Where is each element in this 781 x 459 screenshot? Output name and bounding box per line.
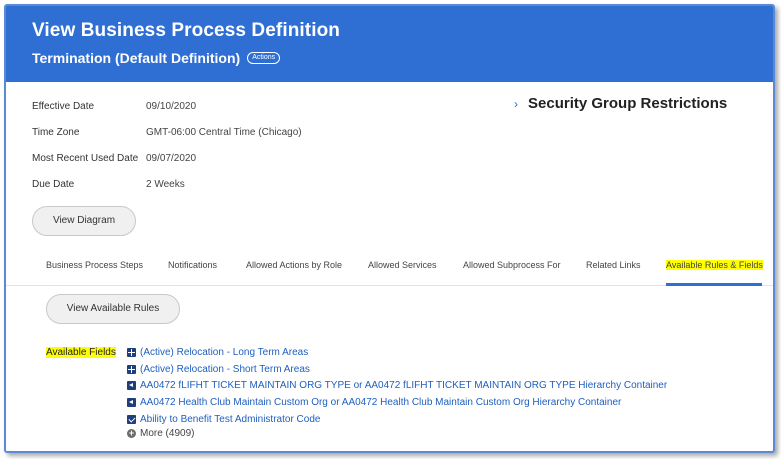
page-subtitle: Termination (Default Definition) Actions bbox=[32, 50, 281, 66]
view-available-rules-button[interactable]: View Available Rules bbox=[46, 294, 180, 324]
field-link[interactable]: Ability to Benefit Test Administrator Co… bbox=[140, 414, 320, 425]
available-fields-label: Available Fields bbox=[46, 347, 116, 358]
tab-label: Allowed Actions by Role bbox=[246, 260, 343, 270]
page-title: View Business Process Definition bbox=[32, 20, 341, 41]
tab-label: Allowed Services bbox=[368, 260, 437, 270]
detail-value: 2 Weeks bbox=[146, 179, 185, 190]
tab-label: Allowed Subprocess For bbox=[463, 260, 561, 270]
page-header: View Business Process Definition Termina… bbox=[6, 6, 773, 82]
detail-label: Time Zone bbox=[32, 127, 80, 138]
field-link[interactable]: (Active) Relocation - Short Term Areas bbox=[140, 364, 310, 375]
chevron-right-icon[interactable]: › bbox=[514, 97, 518, 111]
page-frame: View Business Process Definition Termina… bbox=[4, 4, 775, 453]
arrow-left-icon bbox=[127, 398, 136, 407]
tab-label: Notifications bbox=[168, 260, 218, 270]
security-group-restrictions[interactable]: › Security Group Restrictions bbox=[514, 95, 727, 112]
active-tab-indicator bbox=[666, 283, 762, 286]
detail-value: GMT-06:00 Central Time (Chicago) bbox=[146, 127, 302, 138]
arrow-left-icon bbox=[127, 381, 136, 390]
list-item[interactable]: AA0472 fLIFHT TICKET MAINTAIN ORG TYPE o… bbox=[127, 380, 667, 391]
tab-notifications[interactable]: Notifications bbox=[168, 260, 217, 270]
detail-value: 09/07/2020 bbox=[146, 153, 197, 164]
list-item[interactable]: AA0472 Health Club Maintain Custom Org o… bbox=[127, 397, 621, 408]
tab-label: Related Links bbox=[586, 260, 641, 270]
more-label: More (4909) bbox=[140, 428, 195, 439]
tab-allowed-subprocess-for[interactable]: Allowed Subprocess For bbox=[463, 260, 561, 270]
security-group-restrictions-title: Security Group Restrictions bbox=[528, 95, 728, 112]
list-item[interactable]: (Active) Relocation - Long Term Areas bbox=[127, 347, 308, 358]
field-link[interactable]: (Active) Relocation - Long Term Areas bbox=[140, 347, 308, 358]
tab-allowed-services[interactable]: Allowed Services bbox=[368, 260, 437, 270]
checkbox-icon bbox=[127, 415, 136, 424]
actions-button[interactable]: Actions bbox=[247, 52, 281, 64]
tab-bar: Business Process Steps Notifications All… bbox=[6, 252, 773, 286]
view-diagram-button[interactable]: View Diagram bbox=[32, 206, 136, 236]
more-fields-link[interactable]: + More (4909) bbox=[127, 428, 194, 439]
list-item[interactable]: Ability to Benefit Test Administrator Co… bbox=[127, 414, 320, 425]
tab-label: Business Process Steps bbox=[46, 260, 144, 270]
tab-business-process-steps[interactable]: Business Process Steps bbox=[46, 260, 143, 270]
field-link[interactable]: AA0472 Health Club Maintain Custom Org o… bbox=[140, 397, 621, 408]
list-item[interactable]: (Active) Relocation - Short Term Areas bbox=[127, 364, 310, 375]
detail-value: 09/10/2020 bbox=[146, 101, 197, 112]
tab-available-rules-fields[interactable]: Available Rules & Fields bbox=[666, 260, 763, 270]
detail-label: Most Recent Used Date bbox=[32, 153, 139, 164]
field-link[interactable]: AA0472 fLIFHT TICKET MAINTAIN ORG TYPE o… bbox=[140, 380, 667, 391]
grid-icon bbox=[127, 348, 136, 357]
detail-label: Due Date bbox=[32, 179, 75, 190]
tab-label: Available Rules & Fields bbox=[666, 260, 763, 270]
grid-icon bbox=[127, 365, 136, 374]
tab-related-links[interactable]: Related Links bbox=[586, 260, 641, 270]
detail-label: Effective Date bbox=[32, 101, 95, 112]
tab-allowed-actions-by-role[interactable]: Allowed Actions by Role bbox=[246, 260, 342, 270]
plus-circle-icon: + bbox=[127, 428, 136, 438]
subtitle-text[interactable]: Termination (Default Definition) bbox=[32, 50, 240, 66]
